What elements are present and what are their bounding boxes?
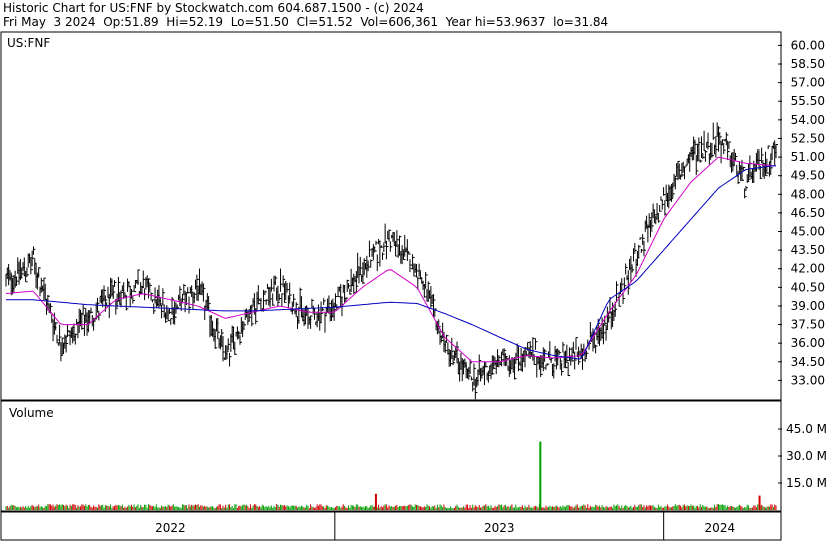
- volume-plot-area: [0, 400, 782, 512]
- stock-chart: US:FNF 60.00 58.50 57.00 55.50 54.00 52.50 51.…: [0, 31, 827, 541]
- price-y-tick-label: 55.50: [791, 94, 825, 108]
- price-y-tick-label: 34.50: [791, 355, 825, 369]
- x-axis: 2022 2023 2024: [0, 511, 782, 541]
- price-y-tick-label: 43.50: [791, 243, 825, 257]
- price-y-tick-label: 49.50: [791, 169, 825, 183]
- price-y-tick-label: 33.00: [791, 373, 825, 387]
- x-tick-label: 2022: [155, 521, 186, 535]
- price-panel: US:FNF 60.00 58.50 57.00 55.50 54.00 52.50 51.…: [0, 31, 825, 401]
- price-y-tick-label: 39.00: [791, 299, 825, 313]
- x-tick-label: 2023: [484, 521, 515, 535]
- volume-y-tick-label: 30.0 M: [786, 449, 827, 463]
- price-y-tick-label: 36.00: [791, 336, 825, 350]
- volume-y-tick-label: 15.0 M: [786, 476, 827, 490]
- price-y-tick-label: 40.50: [791, 280, 825, 294]
- price-y-tick-label: 46.50: [791, 206, 825, 220]
- price-y-tick-label: 51.00: [791, 150, 825, 164]
- volume-title: Volume: [9, 406, 54, 420]
- volume-y-tick-label: 45.0 M: [786, 422, 827, 436]
- price-y-tick-label: 54.00: [791, 113, 825, 127]
- volume-y-axis: 45.0 M 30.0 M 15.0 M: [778, 422, 827, 490]
- x-tick-label: 2024: [705, 521, 736, 535]
- price-y-tick-label: 52.50: [791, 131, 825, 145]
- price-y-tick-label: 37.50: [791, 318, 825, 332]
- price-y-tick-label: 42.00: [791, 262, 825, 276]
- price-y-tick-label: 58.50: [791, 57, 825, 71]
- price-y-tick-label: 57.00: [791, 76, 825, 90]
- price-y-tick-label: 60.00: [791, 38, 825, 52]
- price-y-axis: 60.00 58.50 57.00 55.50 54.00 52.50 51.00 49.50…: [778, 38, 825, 387]
- price-plot-area: [0, 31, 782, 401]
- price-bar: [685, 164, 688, 166]
- symbol-label: US:FNF: [7, 36, 50, 50]
- price-y-tick-label: 45.00: [791, 225, 825, 239]
- price-y-tick-label: 48.00: [791, 187, 825, 201]
- volume-panel: Volume 45.0 M 30.0 M 15.0 M: [0, 400, 827, 512]
